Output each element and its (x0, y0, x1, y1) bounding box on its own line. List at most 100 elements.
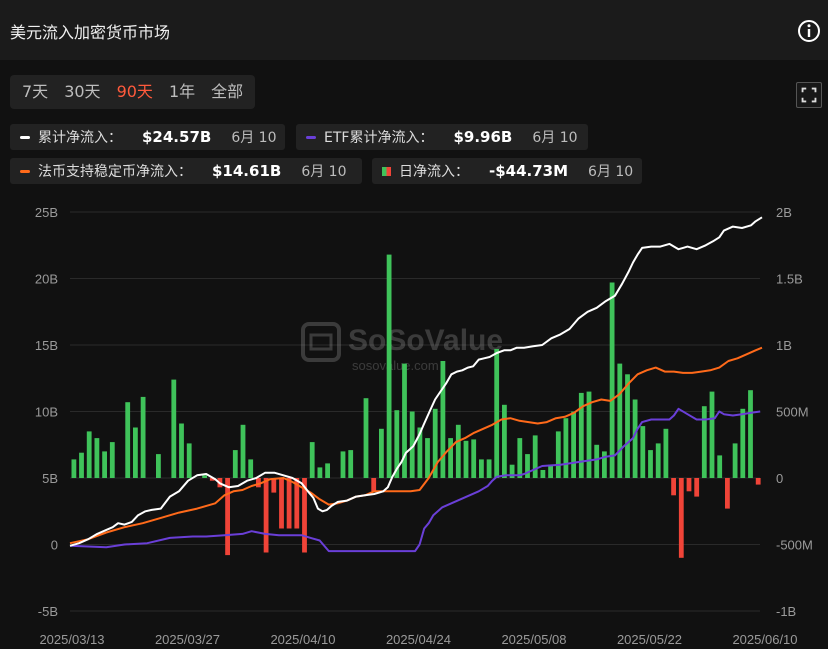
left-tick-label: 0 (51, 538, 58, 553)
daily-bar (563, 418, 569, 478)
daily-bar (309, 442, 315, 478)
daily-bar (517, 438, 523, 478)
tab-30d[interactable]: 30天 (56, 75, 108, 109)
watermark-name: SoSoValue (348, 324, 503, 357)
tab-1y[interactable]: 1年 (161, 75, 203, 109)
daily-bar (317, 467, 323, 478)
left-tick-label: 25B (35, 205, 58, 220)
legend-marker (20, 135, 30, 139)
daily-bar (755, 478, 761, 485)
daily-bar (502, 404, 507, 478)
daily-bar (732, 443, 738, 478)
daily-bar (717, 455, 723, 478)
daily-bar (532, 435, 538, 478)
watermark-logo-mark (309, 333, 333, 351)
daily-bar (471, 439, 477, 478)
legend-marker (20, 169, 30, 173)
legend-label: 日净流入： (399, 164, 469, 180)
info-icon[interactable] (797, 19, 821, 43)
daily-bar (94, 438, 100, 478)
tab-90d[interactable]: 90天 (109, 75, 161, 109)
tab-7d[interactable]: 7天 (14, 75, 56, 109)
x-tick-label: 2025/04/24 (386, 632, 451, 647)
left-tick-label: 20B (35, 272, 58, 287)
x-tick-label: 2025/05/22 (617, 632, 682, 647)
daily-bar (371, 478, 377, 492)
daily-bar (479, 459, 484, 478)
right-tick-label: 500M (776, 405, 809, 420)
daily-bar (571, 411, 576, 478)
daily-bar (179, 423, 184, 478)
daily-bar (725, 478, 730, 509)
daily-bar (617, 363, 623, 478)
daily-bar (494, 349, 500, 478)
time-range-tabs: 7天 30天 90天 1年 全部 (10, 75, 256, 109)
daily-bar (240, 424, 246, 478)
x-tick-label: 2025/03/27 (155, 632, 220, 647)
daily-bar (440, 361, 446, 478)
legend-value: -$44.73M (489, 162, 569, 180)
legend-value: $9.96B (453, 128, 513, 146)
legend-label: 法币支持稳定币净流入： (38, 164, 192, 180)
daily-bar (140, 396, 146, 478)
daily-bar (740, 408, 746, 478)
right-tick-label: 0 (776, 471, 783, 486)
daily-bar (678, 478, 684, 558)
daily-bar (133, 427, 138, 478)
legend-value: $24.57B (142, 128, 212, 146)
watermark-logo (301, 322, 341, 362)
x-tick-label: 2025/04/10 (270, 632, 335, 647)
legend-etf[interactable]: ETF累计净流入： $9.96B 6月 10 (296, 124, 588, 150)
legend-label: 累计净流入： (38, 130, 122, 146)
page-title: 美元流入加密货币市场 (10, 23, 171, 42)
left-tick-label: 15B (35, 338, 58, 353)
legend-marker (382, 166, 391, 176)
left-tick-label: -5B (38, 604, 58, 619)
daily-bar (625, 374, 630, 478)
daily-bar (694, 478, 700, 497)
daily-bar (325, 463, 330, 478)
daily-bar (555, 431, 561, 478)
tab-all[interactable]: 全部 (203, 75, 251, 109)
daily-bar (748, 390, 753, 478)
flow-chart: SoSoValue sosovalue.com 25B 20B 15B 10B 5B 0 -… (35, 205, 813, 647)
daily-bar (425, 438, 430, 478)
daily-bar (340, 451, 346, 478)
left-tick-label: 5B (42, 471, 58, 486)
daily-bar (348, 450, 354, 478)
legend-cumulative[interactable]: 累计净流入： $24.57B 6月 10 (10, 124, 285, 150)
daily-bar (686, 478, 692, 492)
daily-bar (125, 402, 131, 478)
legend-marker (306, 135, 316, 139)
daily-bar (525, 454, 530, 478)
legend-daily[interactable]: 日净流入： -$44.73M 6月 10 (372, 158, 642, 184)
page-header: 美元流入加密货币市场 (0, 0, 828, 60)
daily-bar (186, 443, 192, 478)
x-tick-label: 2025/03/13 (39, 632, 104, 647)
daily-bar (540, 470, 546, 478)
left-tick-label: 10B (35, 405, 58, 420)
daily-bar (448, 438, 453, 478)
daily-bar (225, 478, 230, 556)
legend-stablecoin[interactable]: 法币支持稳定币净流入： $14.61B 6月 10 (10, 158, 362, 184)
daily-bar (156, 454, 161, 478)
legend-date: 6月 10 (301, 164, 347, 180)
daily-bar (79, 452, 84, 478)
right-tick-label: 1.5B (776, 272, 803, 287)
x-tick-label: 2025/05/08 (501, 632, 566, 647)
legend-label: ETF累计净流入： (324, 130, 434, 146)
daily-bar (594, 444, 600, 479)
daily-bar (640, 426, 646, 478)
daily-bar (202, 475, 207, 478)
right-tick-label: 1B (776, 338, 792, 353)
right-tick-label: -1B (776, 604, 796, 619)
daily-bar (363, 398, 369, 478)
legend-value: $14.61B (212, 162, 282, 180)
daily-bar (379, 428, 384, 478)
legend-date: 6月 10 (532, 130, 578, 146)
daily-bar (602, 451, 607, 478)
fullscreen-icon[interactable] (796, 82, 822, 108)
daily-bar (609, 282, 615, 478)
daily-bar (171, 379, 177, 478)
watermark-site: sosovalue.com (352, 358, 439, 373)
